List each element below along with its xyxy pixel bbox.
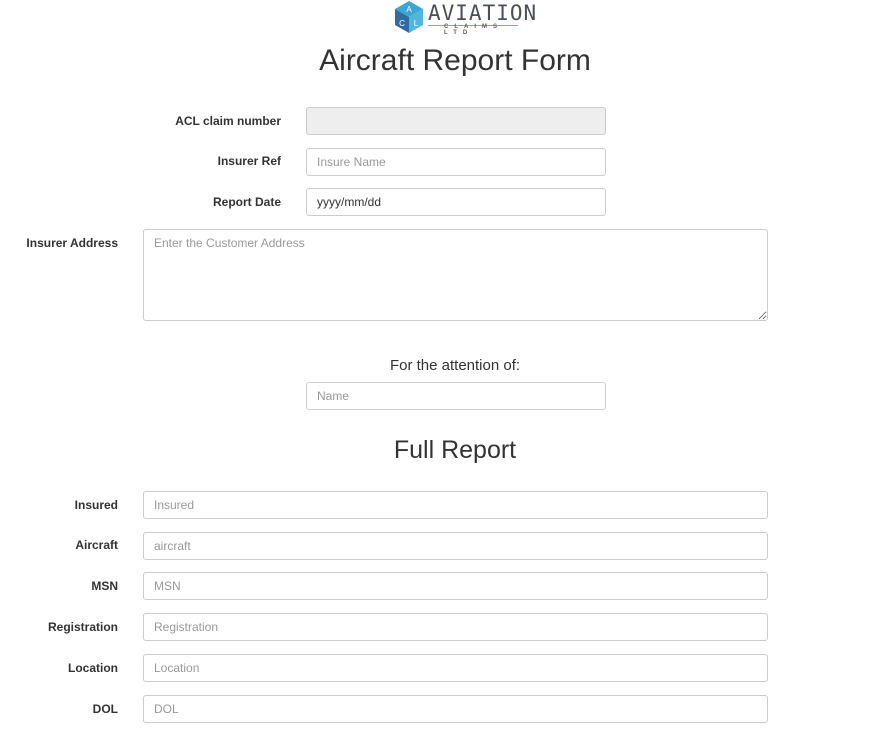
report-date-label: Report Date: [212, 195, 281, 209]
msn-label: MSN: [91, 579, 118, 593]
location-input[interactable]: [143, 654, 768, 682]
claim-number-label: ACL claim number: [175, 114, 281, 128]
msn-input[interactable]: [143, 572, 768, 600]
company-logo: A C L AVIATION CLAIMS LTD: [392, 0, 536, 36]
insurer-address-label: Insurer Address: [26, 236, 118, 250]
claim-number-input[interactable]: [306, 107, 606, 135]
attention-label: For the attention of:: [389, 357, 521, 374]
logo-letter-a: A: [406, 5, 412, 14]
dol-label: DOL: [92, 702, 118, 716]
acl-cube-logo-icon: A C L: [395, 1, 423, 33]
page-title: Aircraft Report Form: [319, 44, 591, 77]
attention-name-input[interactable]: [306, 382, 606, 410]
aircraft-label: Aircraft: [75, 538, 118, 552]
registration-label: Registration: [47, 620, 118, 634]
logo-name: AVIATION: [428, 1, 538, 25]
logo-letter-c: C: [399, 19, 405, 28]
full-report-heading: Full Report: [393, 436, 517, 464]
aircraft-input[interactable]: [143, 532, 768, 560]
registration-input[interactable]: [143, 613, 768, 641]
dol-input[interactable]: [143, 695, 768, 723]
logo-letter-l: L: [414, 19, 419, 28]
logo-subtitle: CLAIMS LTD: [444, 24, 503, 36]
insurer-ref-label: Insurer Ref: [217, 154, 281, 168]
report-date-input[interactable]: [306, 188, 606, 216]
insurer-address-textarea[interactable]: [143, 229, 768, 321]
insured-label: Insured: [74, 498, 118, 512]
insured-input[interactable]: [143, 491, 768, 519]
insurer-ref-input[interactable]: [306, 148, 606, 176]
location-label: Location: [68, 661, 118, 675]
